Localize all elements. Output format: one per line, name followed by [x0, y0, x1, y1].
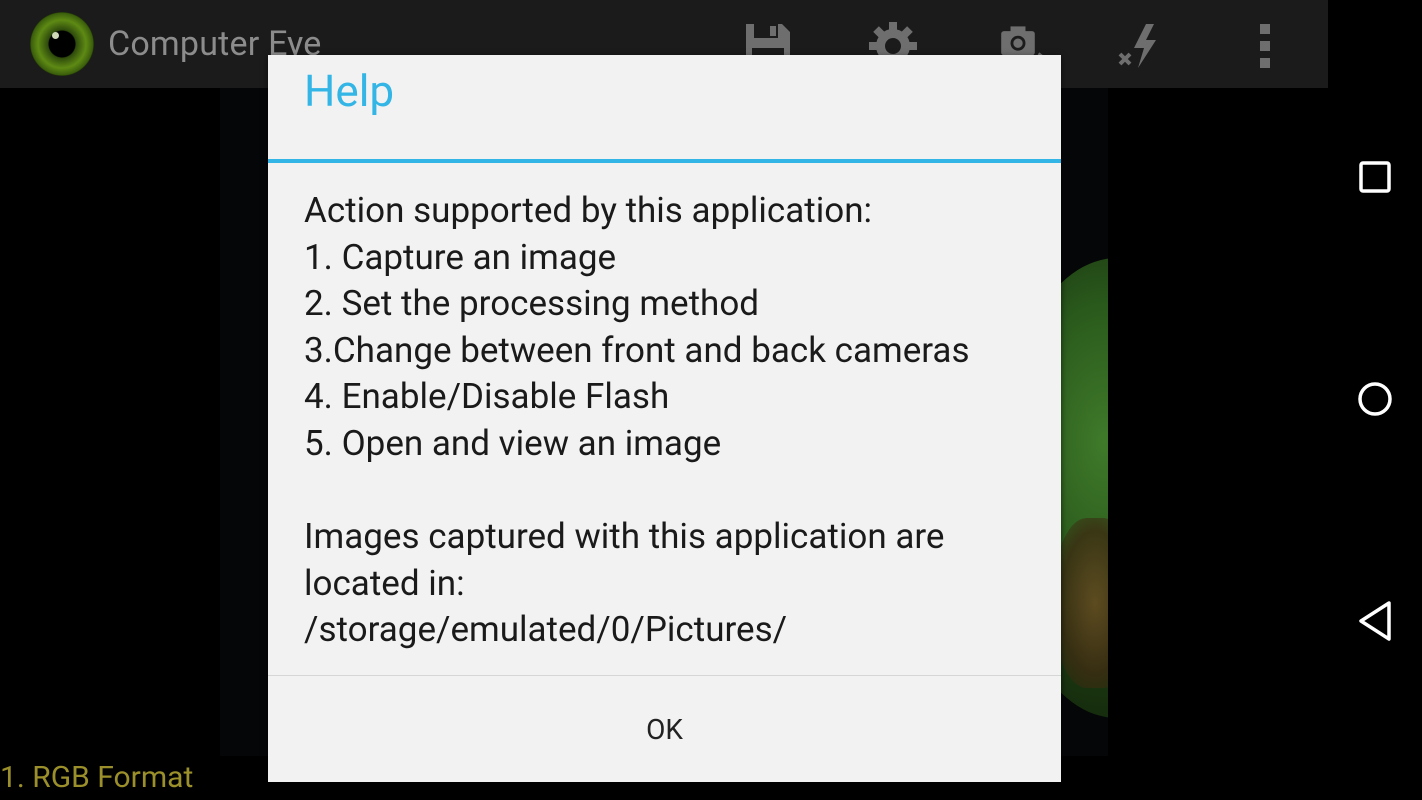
dialog-scroll-body[interactable]: Action supported by this application: 1.… — [268, 163, 1061, 675]
help-line: Action supported by this application: — [304, 190, 872, 231]
help-line: 5. Open and view an image — [304, 422, 722, 464]
dialog-title: Help — [304, 65, 395, 117]
help-line: 3.Change between front and back cameras — [304, 329, 970, 371]
ok-button[interactable]: OK — [268, 676, 1061, 783]
dialog-button-bar: OK — [268, 675, 1061, 782]
help-line: 4. Enable/Disable Flash — [304, 376, 670, 418]
screen: Computer Eye 1. RGB Format Help Action s… — [0, 0, 1422, 800]
location-path: /storage/emulated/0/Pictures/ — [304, 609, 788, 651]
location-intro: Images captured with this application ar… — [304, 516, 945, 604]
help-line: 2. Set the processing method — [304, 283, 760, 325]
help-message: Action supported by this application: 1.… — [304, 188, 1024, 654]
help-dialog: Help Action supported by this applicatio… — [268, 55, 1061, 782]
help-line: 1. Capture an image — [304, 236, 617, 278]
